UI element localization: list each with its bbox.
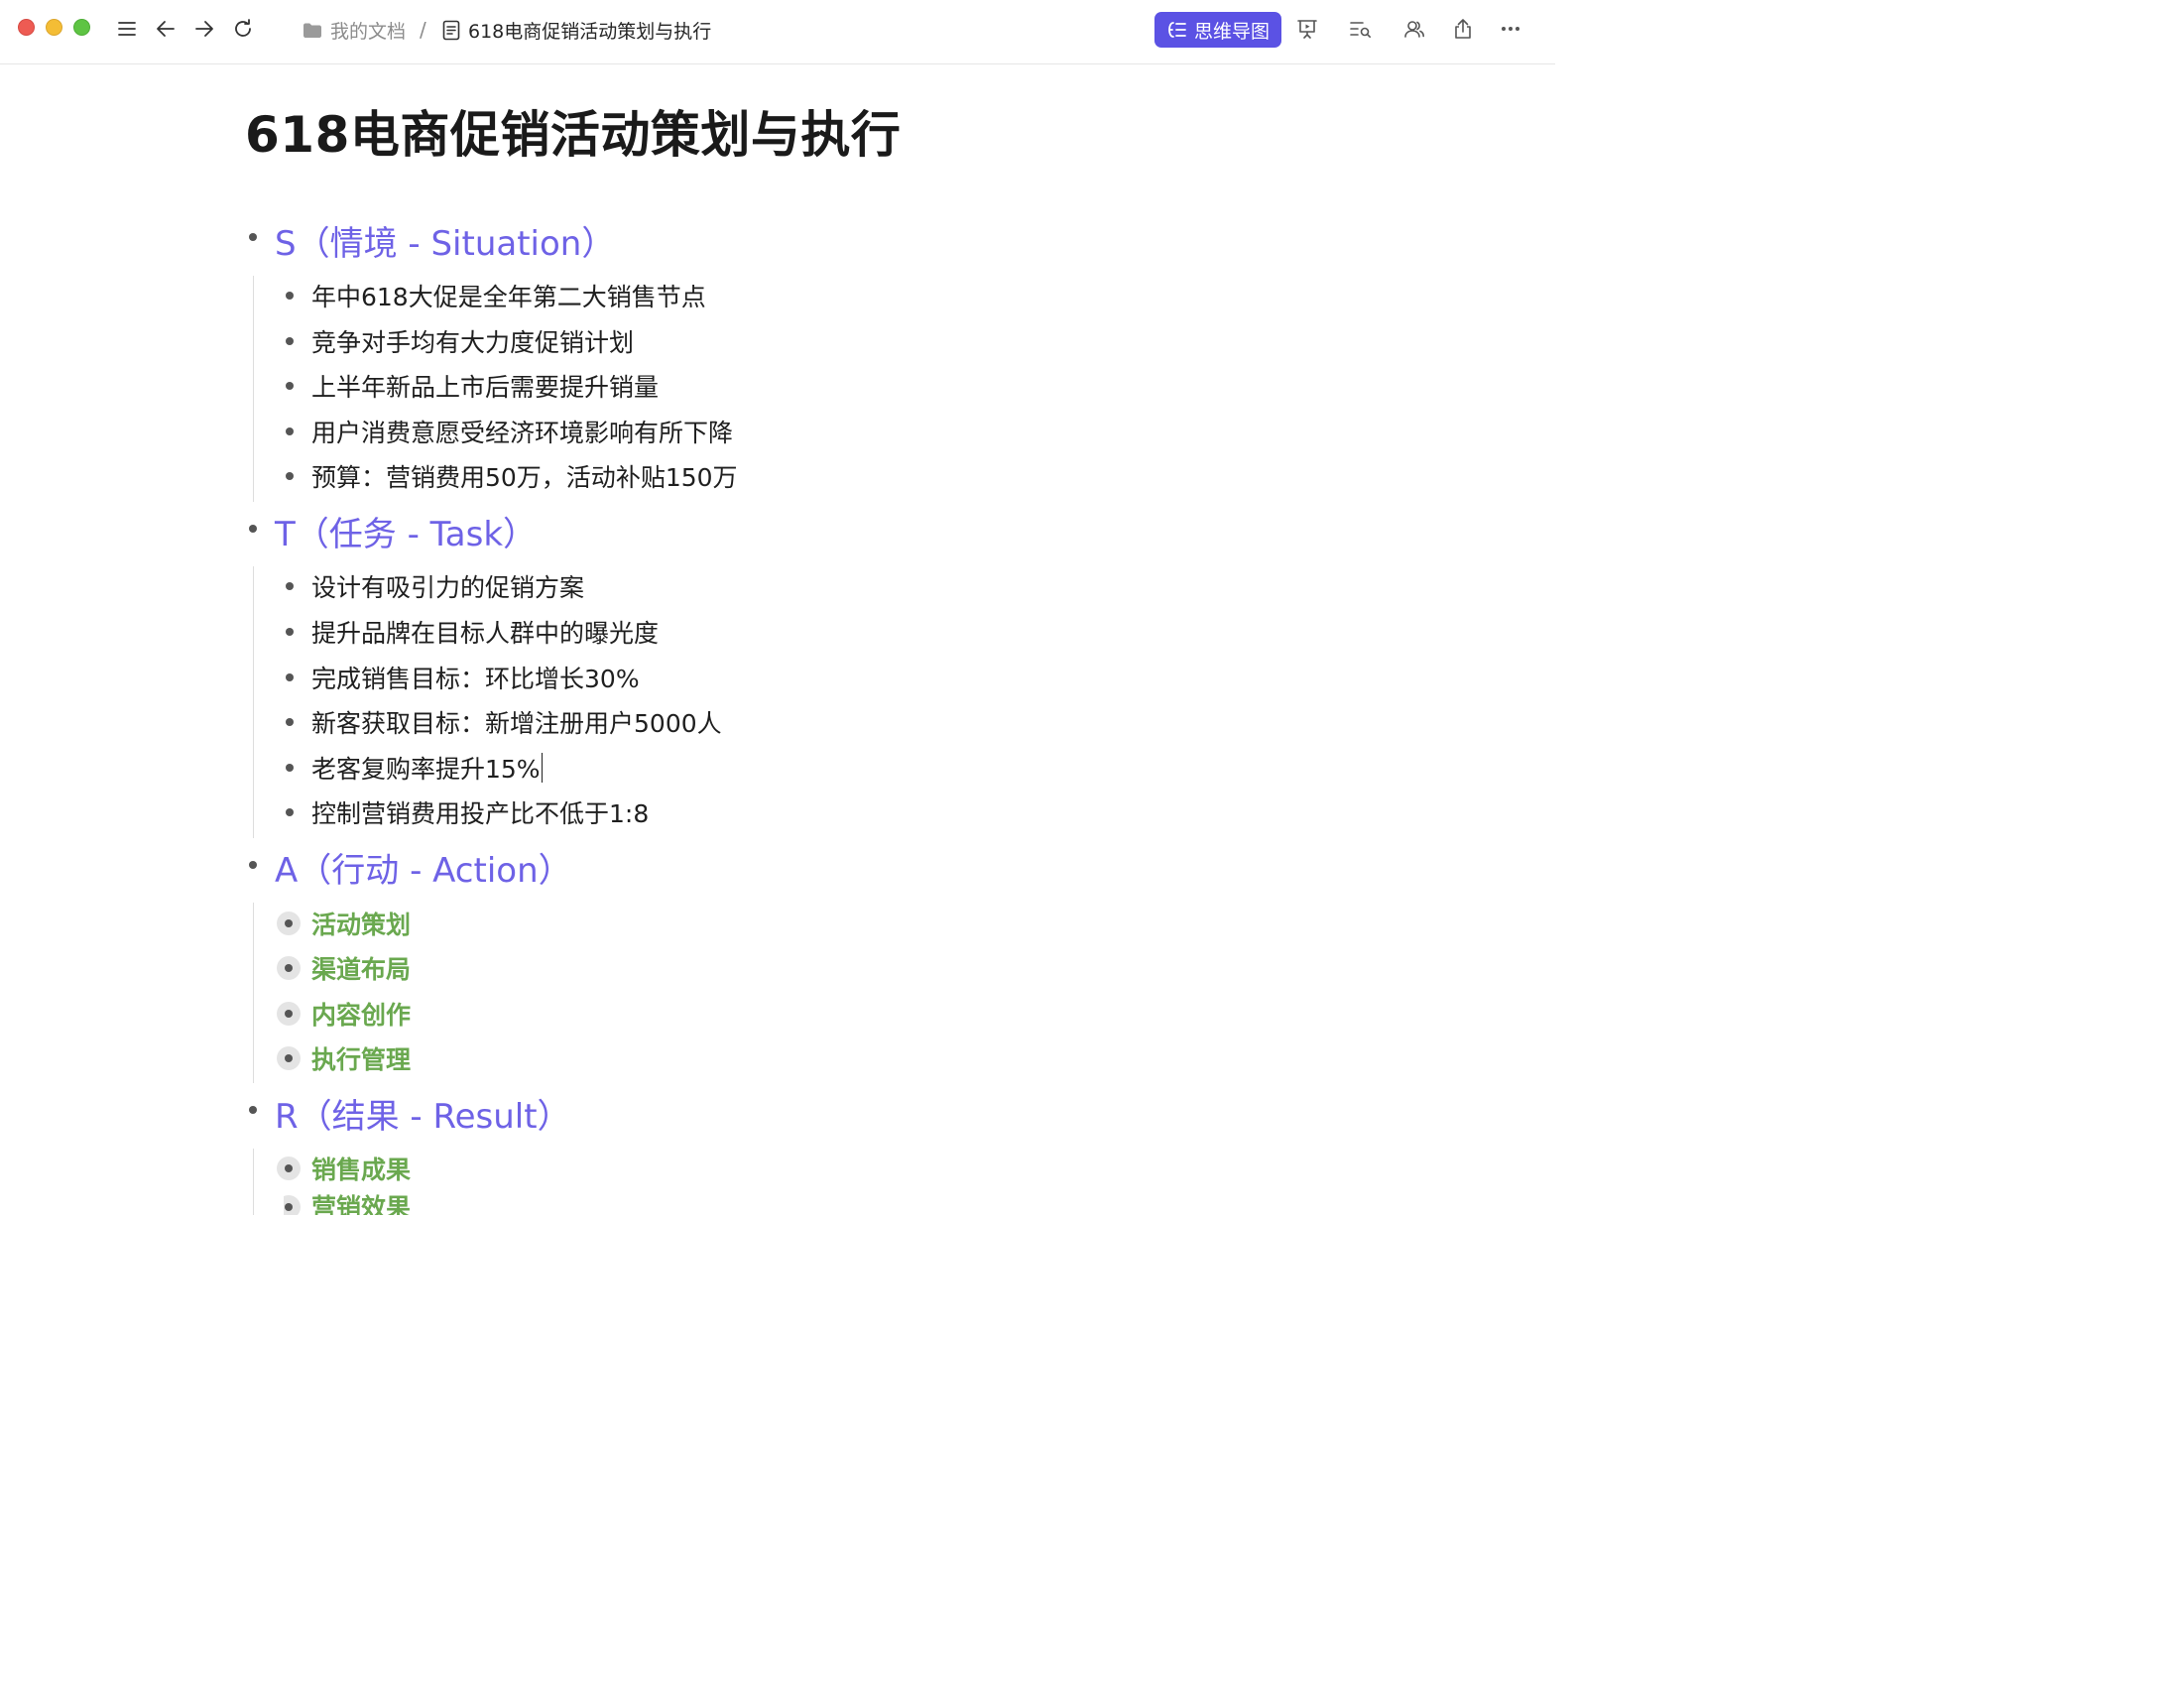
folder-icon bbox=[303, 23, 321, 38]
refresh-icon bbox=[235, 19, 251, 37]
breadcrumb-folder-label: 我的文档 bbox=[330, 20, 407, 43]
share-icon bbox=[1455, 19, 1471, 39]
bullet-dot bbox=[286, 808, 294, 816]
list-item[interactable]: 控制营销费用投产比不低于1:8 bbox=[284, 794, 649, 830]
collapsed-bullet[interactable] bbox=[277, 956, 301, 980]
breadcrumb-folder[interactable]: 我的文档 bbox=[303, 16, 406, 44]
list-item[interactable]: 预算：营销费用50万，活动补贴150万 bbox=[284, 458, 738, 494]
mindmap-button[interactable]: 思维导图 bbox=[1154, 12, 1281, 48]
presentation-icon bbox=[1297, 20, 1317, 39]
list-item[interactable]: 新客获取目标：新增注册用户5000人 bbox=[284, 704, 722, 740]
section-heading-result[interactable]: R（结果 - Result） bbox=[275, 1095, 571, 1139]
window-maximize-button[interactable] bbox=[73, 19, 90, 36]
bullet-dot bbox=[286, 718, 294, 726]
presentation-button[interactable] bbox=[1293, 14, 1321, 44]
sidebar-toggle-button[interactable] bbox=[113, 14, 141, 44]
document-icon bbox=[442, 20, 460, 40]
list-item[interactable]: 完成销售目标：环比增长30% bbox=[284, 660, 640, 695]
bullet-dot bbox=[286, 382, 294, 390]
forward-button[interactable] bbox=[190, 14, 218, 44]
document-title[interactable]: 618电商促销活动策划与执行 bbox=[245, 95, 901, 167]
heading-bullet[interactable] bbox=[249, 233, 257, 241]
collapsed-bullet[interactable] bbox=[277, 1157, 301, 1180]
section-heading-situation[interactable]: S（情境 - Situation） bbox=[275, 222, 615, 266]
section-guide-line bbox=[253, 1149, 254, 1215]
collaborators-icon bbox=[1404, 21, 1424, 38]
collapsed-bullet[interactable] bbox=[277, 1002, 301, 1026]
section-heading-action[interactable]: A（行动 - Action） bbox=[275, 849, 572, 893]
more-button[interactable] bbox=[1497, 14, 1524, 44]
section-guide-line bbox=[253, 566, 254, 838]
collapsed-list-item[interactable]: 内容创作 bbox=[277, 996, 411, 1032]
bullet-dot bbox=[286, 427, 294, 435]
collapsed-list-item[interactable]: 销售成果 bbox=[277, 1151, 411, 1186]
back-arrow-icon bbox=[157, 21, 175, 37]
window-minimize-button[interactable] bbox=[46, 19, 62, 36]
collapsed-list-item[interactable]: 渠道布局 bbox=[277, 950, 411, 986]
more-icon bbox=[1502, 27, 1519, 31]
collapsed-list-item[interactable]: 执行管理 bbox=[277, 1040, 411, 1076]
collapsed-list-item[interactable]: 活动策划 bbox=[277, 906, 411, 941]
breadcrumb-separator: / bbox=[420, 18, 426, 42]
heading-bullet[interactable] bbox=[249, 1106, 257, 1114]
share-button[interactable] bbox=[1449, 14, 1477, 44]
window-close-button[interactable] bbox=[18, 19, 35, 36]
outline-search-icon bbox=[1350, 22, 1371, 38]
breadcrumb-document[interactable]: 618电商促销活动策划与执行 bbox=[442, 16, 711, 44]
heading-bullet[interactable] bbox=[249, 525, 257, 533]
list-item[interactable]: 设计有吸引力的促销方案 bbox=[284, 568, 584, 604]
collapsed-bullet[interactable] bbox=[277, 912, 301, 935]
back-button[interactable] bbox=[152, 14, 180, 44]
forward-arrow-icon bbox=[195, 21, 213, 37]
list-item[interactable]: 竞争对手均有大力度促销计划 bbox=[284, 323, 634, 359]
bullet-dot bbox=[286, 292, 294, 300]
collapsed-bullet[interactable] bbox=[277, 1046, 301, 1070]
collaborators-button[interactable] bbox=[1400, 14, 1428, 44]
mindmap-button-label: 思维导图 bbox=[1193, 20, 1270, 43]
sidebar-toggle-icon bbox=[118, 22, 136, 36]
collapsed-bullet[interactable] bbox=[284, 1195, 301, 1215]
outline-search-button[interactable] bbox=[1347, 14, 1375, 44]
bullet-dot bbox=[286, 337, 294, 345]
section-guide-line bbox=[253, 903, 254, 1083]
list-item[interactable]: 年中618大促是全年第二大销售节点 bbox=[284, 278, 706, 313]
window-titlebar: 我的文档 / 618电商促销活动策划与执行 思维导图 bbox=[0, 0, 1555, 64]
mindmap-icon bbox=[1168, 22, 1186, 38]
list-item[interactable]: 用户消费意愿受经济环境影响有所下降 bbox=[284, 414, 733, 449]
text-cursor bbox=[541, 753, 544, 783]
heading-bullet[interactable] bbox=[249, 861, 257, 869]
bullet-dot bbox=[286, 472, 294, 480]
list-item[interactable]: 上半年新品上市后需要提升销量 bbox=[284, 368, 659, 404]
list-item[interactable]: 提升品牌在目标人群中的曝光度 bbox=[284, 614, 659, 650]
bullet-dot bbox=[286, 764, 294, 772]
refresh-button[interactable] bbox=[229, 14, 257, 44]
bullet-dot bbox=[286, 628, 294, 636]
collapsed-list-item[interactable]: 营销效果 bbox=[284, 1190, 411, 1215]
breadcrumb-document-label: 618电商促销活动策划与执行 bbox=[468, 20, 712, 43]
section-heading-task[interactable]: T（任务 - Task） bbox=[275, 513, 537, 556]
bullet-dot bbox=[286, 582, 294, 590]
section-guide-line bbox=[253, 276, 254, 502]
list-item[interactable]: 老客复购率提升15% bbox=[284, 750, 544, 786]
bullet-dot bbox=[286, 673, 294, 681]
